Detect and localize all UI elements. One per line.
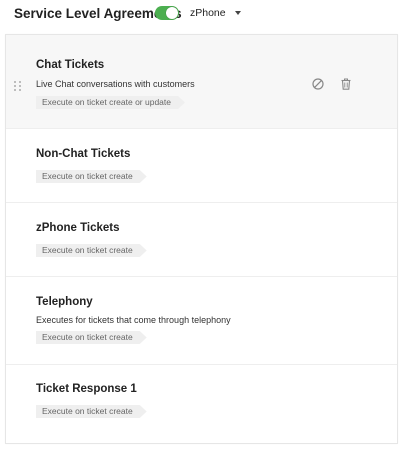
- sla-description: Live Chat conversations with customers: [36, 79, 195, 89]
- chevron-down-icon: [234, 11, 241, 15]
- sla-item-chat-tickets[interactable]: Chat Tickets Live Chat conversations wit…: [6, 35, 397, 129]
- sla-description: Executes for tickets that come through t…: [36, 315, 231, 325]
- sla-execution-tag: Execute on ticket create: [36, 405, 147, 418]
- trash-icon[interactable]: [339, 77, 353, 91]
- sla-execution-tag: Execute on ticket create or update: [36, 96, 185, 109]
- sla-title: Telephony: [36, 296, 93, 308]
- department-name: zPhone: [190, 7, 226, 19]
- sla-execution-tag: Execute on ticket create: [36, 244, 147, 257]
- sla-list: Chat Tickets Live Chat conversations wit…: [5, 34, 398, 444]
- sla-title: Chat Tickets: [36, 59, 105, 71]
- sla-title: Non-Chat Tickets: [36, 148, 131, 160]
- sla-item-zphone-tickets[interactable]: zPhone Tickets Execute on ticket create: [6, 203, 397, 277]
- sla-item-telephony[interactable]: Telephony Executes for tickets that come…: [6, 277, 397, 365]
- sla-item-ticket-response-1[interactable]: Ticket Response 1 Execute on ticket crea…: [6, 365, 397, 443]
- sla-execution-tag: Execute on ticket create: [36, 331, 147, 344]
- disable-icon[interactable]: [311, 77, 325, 91]
- sla-title: Ticket Response 1: [36, 383, 137, 395]
- sla-title: zPhone Tickets: [36, 222, 120, 234]
- page-header: Service Level Agreements zPhone: [0, 0, 415, 30]
- sla-item-non-chat-tickets[interactable]: Non-Chat Tickets Execute on ticket creat…: [6, 129, 397, 203]
- sla-enable-toggle[interactable]: [155, 6, 179, 20]
- sla-execution-tag: Execute on ticket create: [36, 170, 147, 183]
- drag-handle-icon[interactable]: [14, 81, 22, 91]
- toggle-knob: [166, 7, 178, 19]
- department-selector[interactable]: zPhone: [190, 7, 241, 19]
